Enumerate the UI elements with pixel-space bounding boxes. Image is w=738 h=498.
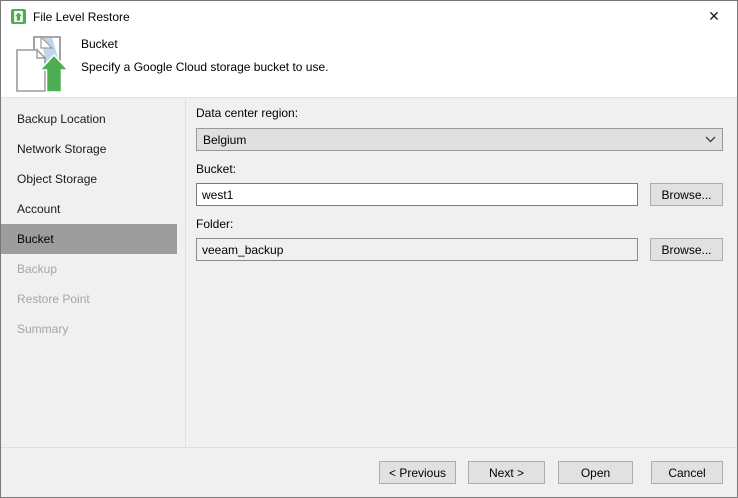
sidebar-item-object-storage[interactable]: Object Storage	[1, 164, 177, 194]
folder-label: Folder:	[196, 217, 234, 231]
folder-browse-button[interactable]: Browse...	[650, 238, 723, 261]
app-icon	[11, 9, 26, 24]
window-title: File Level Restore	[33, 9, 130, 24]
bucket-browse-button[interactable]: Browse...	[650, 183, 723, 206]
region-label: Data center region:	[196, 106, 299, 120]
bucket-label: Bucket:	[196, 162, 237, 176]
wizard-footer: < Previous Next > Open Cancel	[1, 447, 737, 497]
bucket-input[interactable]	[196, 183, 638, 206]
chevron-down-icon	[705, 136, 716, 143]
page-title: Bucket	[81, 37, 118, 51]
sidebar-item-network-storage[interactable]: Network Storage	[1, 134, 177, 164]
close-icon[interactable]: ✕	[701, 6, 727, 28]
file-level-restore-dialog: File Level Restore ✕ Bucket Specify a Go…	[0, 0, 738, 498]
folder-input[interactable]	[196, 238, 638, 261]
sidebar-item-summary[interactable]: Summary	[1, 314, 177, 344]
page-description: Specify a Google Cloud storage bucket to…	[81, 60, 329, 74]
wizard-body: Backup Location Network Storage Object S…	[1, 98, 737, 447]
sidebar-item-restore-point[interactable]: Restore Point	[1, 284, 177, 314]
wizard-header: Bucket Specify a Google Cloud storage bu…	[1, 32, 737, 98]
sidebar-item-account[interactable]: Account	[1, 194, 177, 224]
wizard-steps-sidebar: Backup Location Network Storage Object S…	[1, 98, 186, 447]
next-button[interactable]: Next >	[468, 461, 545, 484]
region-select[interactable]: Belgium	[196, 128, 723, 151]
sidebar-item-backup-location[interactable]: Backup Location	[1, 104, 177, 134]
titlebar: File Level Restore ✕	[1, 1, 737, 32]
cancel-button[interactable]: Cancel	[651, 461, 723, 484]
sidebar-item-backup[interactable]: Backup	[1, 254, 177, 284]
previous-button[interactable]: < Previous	[379, 461, 456, 484]
restore-files-icon	[16, 35, 68, 93]
region-selected-value: Belgium	[203, 132, 247, 147]
sidebar-item-bucket[interactable]: Bucket	[1, 224, 177, 254]
bucket-step-form: Data center region: Belgium Bucket: Brow…	[186, 98, 737, 447]
open-button: Open	[558, 461, 633, 484]
